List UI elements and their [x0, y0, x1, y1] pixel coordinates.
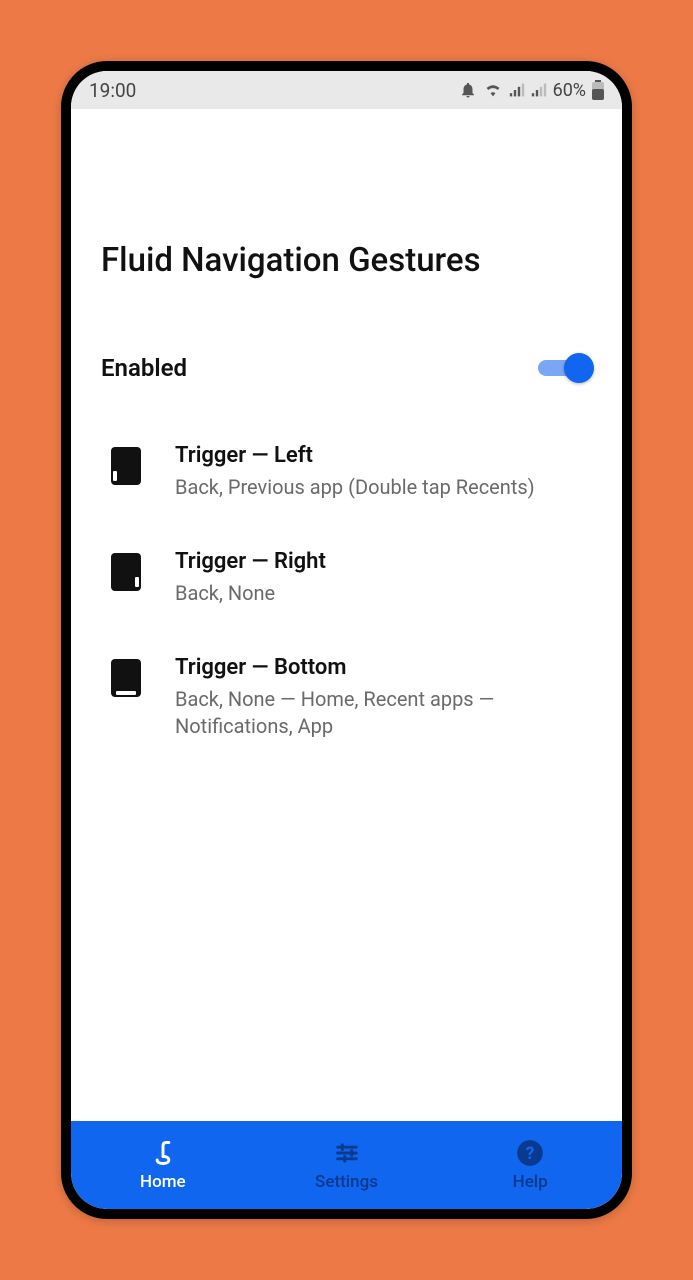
phone-right-edge-icon	[111, 553, 141, 591]
wifi-icon	[483, 82, 503, 98]
page-title: Fluid Navigation Gestures	[101, 241, 592, 281]
trigger-left[interactable]: Trigger — Left Back, Previous app (Doubl…	[101, 443, 592, 501]
nav-label: Settings	[315, 1172, 378, 1192]
status-bar: 19:00 60%	[71, 71, 622, 109]
trigger-subtitle: Back, None	[175, 580, 592, 607]
svg-text:?: ?	[526, 1144, 535, 1164]
signal-icon-2	[531, 82, 547, 98]
nav-label: Help	[513, 1172, 548, 1192]
battery-icon	[592, 80, 604, 100]
trigger-subtitle: Back, Previous app (Double tap Recents)	[175, 474, 592, 501]
nav-settings[interactable]: Settings	[255, 1121, 439, 1209]
status-right: 60%	[459, 80, 604, 101]
switch-thumb	[564, 353, 594, 383]
help-icon: ?	[516, 1138, 544, 1168]
enable-row[interactable]: Enabled	[101, 353, 592, 383]
enable-label: Enabled	[101, 354, 187, 382]
trigger-title: Trigger — Left	[175, 443, 592, 468]
screen: 19:00 60% F	[71, 71, 622, 1209]
trigger-text: Trigger — Bottom Back, None — Home, Rece…	[175, 655, 592, 740]
battery-percent: 60%	[553, 80, 586, 101]
signal-icon-1	[509, 82, 525, 98]
trigger-subtitle: Back, None — Home, Recent apps — Notific…	[175, 686, 592, 740]
trigger-title: Trigger — Right	[175, 549, 592, 574]
trigger-title: Trigger — Bottom	[175, 655, 592, 680]
alarm-icon	[459, 81, 477, 99]
trigger-bottom[interactable]: Trigger — Bottom Back, None — Home, Rece…	[101, 655, 592, 740]
nav-home[interactable]: Home	[71, 1121, 255, 1209]
home-icon	[149, 1138, 177, 1168]
nav-help[interactable]: ? Help	[438, 1121, 622, 1209]
status-time: 19:00	[89, 79, 136, 102]
main-content: Fluid Navigation Gestures Enabled Trigge…	[71, 109, 622, 1121]
trigger-text: Trigger — Right Back, None	[175, 549, 592, 607]
bottom-nav: Home Settings ? Help	[71, 1121, 622, 1209]
trigger-list: Trigger — Left Back, Previous app (Doubl…	[101, 443, 592, 740]
phone-left-edge-icon	[111, 447, 141, 485]
device-frame: 19:00 60% F	[61, 61, 632, 1219]
trigger-text: Trigger — Left Back, Previous app (Doubl…	[175, 443, 592, 501]
sliders-icon	[333, 1138, 361, 1168]
phone-bottom-edge-icon	[111, 659, 141, 697]
nav-label: Home	[140, 1172, 186, 1192]
trigger-right[interactable]: Trigger — Right Back, None	[101, 549, 592, 607]
enable-switch[interactable]	[538, 353, 592, 383]
